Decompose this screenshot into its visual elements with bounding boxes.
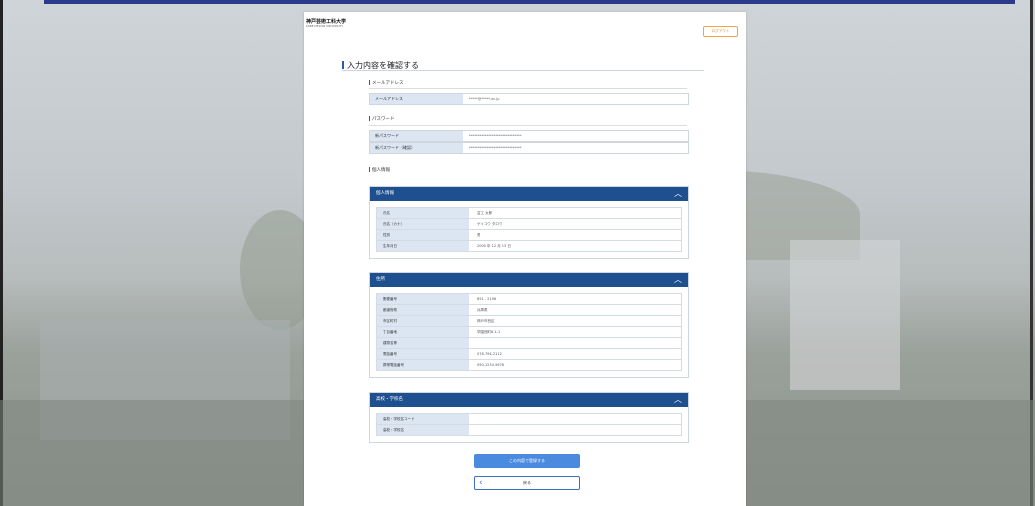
top-bar (44, 0, 1015, 4)
password-section-title: パスワード (369, 116, 395, 122)
chevron-up-icon[interactable]: ︿ (674, 273, 682, 287)
table-row: 丁目番地 学園西町8-1-1 (376, 327, 682, 338)
table-row: 市区町村 神戸市西区 (376, 316, 682, 327)
accordion-header-personal-info[interactable]: 個人情報 ︿ (370, 187, 688, 201)
row-label: 高校・学校名コード (377, 414, 469, 424)
background-building-right (790, 240, 900, 390)
email-section-title-text: メールアドレス (372, 81, 404, 86)
row-label: 建物名等 (377, 338, 469, 348)
section-accent-bar (369, 80, 370, 85)
back-button[interactable]: ‹ 戻る (474, 476, 580, 490)
row-value: 090-1234-5678 (477, 363, 505, 367)
personal-section-title: 個人情報 (369, 167, 390, 173)
section-divider (369, 125, 687, 126)
accordion-personal-info: 個人情報 ︿ 氏名 芸工 太郎 氏名（カナ） ゲイコウ タロウ 性別 男 生年月… (369, 186, 689, 259)
accordion-address: 住所 ︿ 郵便番号 651 - 2196 都道府県 兵庫県 市区町村 神戸市西区… (369, 272, 689, 378)
confirm-password-row: 新パスワード（確認） *****************************… (369, 142, 689, 154)
row-label: 生年月日 (377, 241, 469, 251)
row-value: 学園西町8-1-1 (477, 330, 501, 334)
email-row: メールアドレス *****@*****.ac.jp (369, 93, 689, 105)
logout-button[interactable]: ログアウト (703, 26, 738, 37)
logo-text-jp: 神戸芸術工科大学 (306, 19, 347, 25)
university-logo[interactable]: 神戸芸術工科大学 KOBE DESIGN UNIVERSITY (306, 18, 366, 28)
chevron-left-icon: ‹ (479, 478, 483, 488)
confirm-password-label: 新パスワード（確認） (370, 143, 463, 153)
accordion-header-address[interactable]: 住所 ︿ (370, 273, 688, 287)
row-label: 高校・学校名 (377, 425, 469, 435)
chevron-up-icon[interactable]: ︿ (674, 187, 682, 201)
row-label: 都道府県 (377, 305, 469, 315)
logo-text-en: KOBE DESIGN UNIVERSITY (306, 25, 344, 28)
row-value: 651 - 2196 (477, 297, 497, 301)
accordion-title: 個人情報 (376, 191, 394, 196)
row-label: 郵便番号 (377, 294, 469, 304)
row-value: 芸工 太郎 (477, 211, 493, 215)
row-label: 氏名（カナ） (377, 219, 469, 229)
page-title: 入力内容を確認する (342, 60, 704, 71)
page-title-text: 入力内容を確認する (347, 61, 419, 70)
table-row: 氏名 芸工 太郎 (376, 207, 682, 219)
new-password-label: 新パスワード (370, 131, 463, 141)
accordion-title: 高校・学校名 (376, 397, 403, 402)
row-label: 携帯電話番号 (377, 360, 469, 370)
accordion-body: 氏名 芸工 太郎 氏名（カナ） ゲイコウ タロウ 性別 男 生年月日 2000 … (370, 201, 688, 258)
accordion-school: 高校・学校名 ︿ 高校・学校名コード 高校・学校名 (369, 392, 689, 443)
table-row: 郵便番号 651 - 2196 (376, 293, 682, 305)
table-row: 生年月日 2000 年 12 月 13 日 (376, 241, 682, 252)
table-row: 電話番号 078-794-2112 (376, 349, 682, 360)
section-divider (369, 88, 687, 89)
email-section-title: メールアドレス (369, 80, 404, 86)
row-value: ゲイコウ タロウ (477, 222, 503, 226)
table-row: 氏名（カナ） ゲイコウ タロウ (376, 219, 682, 230)
row-value: 2000 年 12 月 13 日 (477, 244, 511, 248)
confirmation-panel: 神戸芸術工科大学 KOBE DESIGN UNIVERSITY ログアウト 入力… (304, 12, 746, 506)
password-section-title-text: パスワード (372, 117, 395, 122)
back-button-label: 戻る (523, 480, 531, 485)
row-label: 氏名 (377, 208, 469, 218)
accordion-body: 高校・学校名コード 高校・学校名 (370, 407, 688, 442)
section-accent-bar (369, 167, 370, 172)
row-value: 神戸市西区 (477, 319, 495, 323)
row-value: 兵庫県 (477, 308, 488, 312)
table-row: 建物名等 (376, 338, 682, 349)
email-value: *****@*****.ac.jp (469, 97, 500, 101)
accordion-header-school[interactable]: 高校・学校名 ︿ (370, 393, 688, 407)
row-label: 電話番号 (377, 349, 469, 359)
table-row: 高校・学校名 (376, 425, 682, 436)
chevron-up-icon[interactable]: ︿ (674, 393, 682, 407)
section-accent-bar (369, 116, 370, 121)
row-value: 男 (477, 233, 481, 237)
title-accent-bar (342, 61, 344, 69)
row-label: 性別 (377, 230, 469, 240)
table-row: 高校・学校名コード (376, 413, 682, 425)
table-row: 性別 男 (376, 230, 682, 241)
personal-section-title-text: 個人情報 (372, 168, 390, 173)
row-label: 市区町村 (377, 316, 469, 326)
row-value: 078-794-2112 (477, 352, 502, 356)
table-row: 都道府県 兵庫県 (376, 305, 682, 316)
new-password-row: 新パスワード ****************************** (369, 130, 689, 142)
row-label: 丁目番地 (377, 327, 469, 337)
accordion-title: 住所 (376, 277, 385, 282)
new-password-value: ****************************** (469, 134, 522, 138)
email-label: メールアドレス (370, 94, 463, 104)
accordion-body: 郵便番号 651 - 2196 都道府県 兵庫県 市区町村 神戸市西区 丁目番地… (370, 287, 688, 377)
submit-button[interactable]: この内容で登録する (474, 454, 580, 468)
table-row: 携帯電話番号 090-1234-5678 (376, 360, 682, 371)
confirm-password-value: ****************************** (469, 146, 522, 150)
